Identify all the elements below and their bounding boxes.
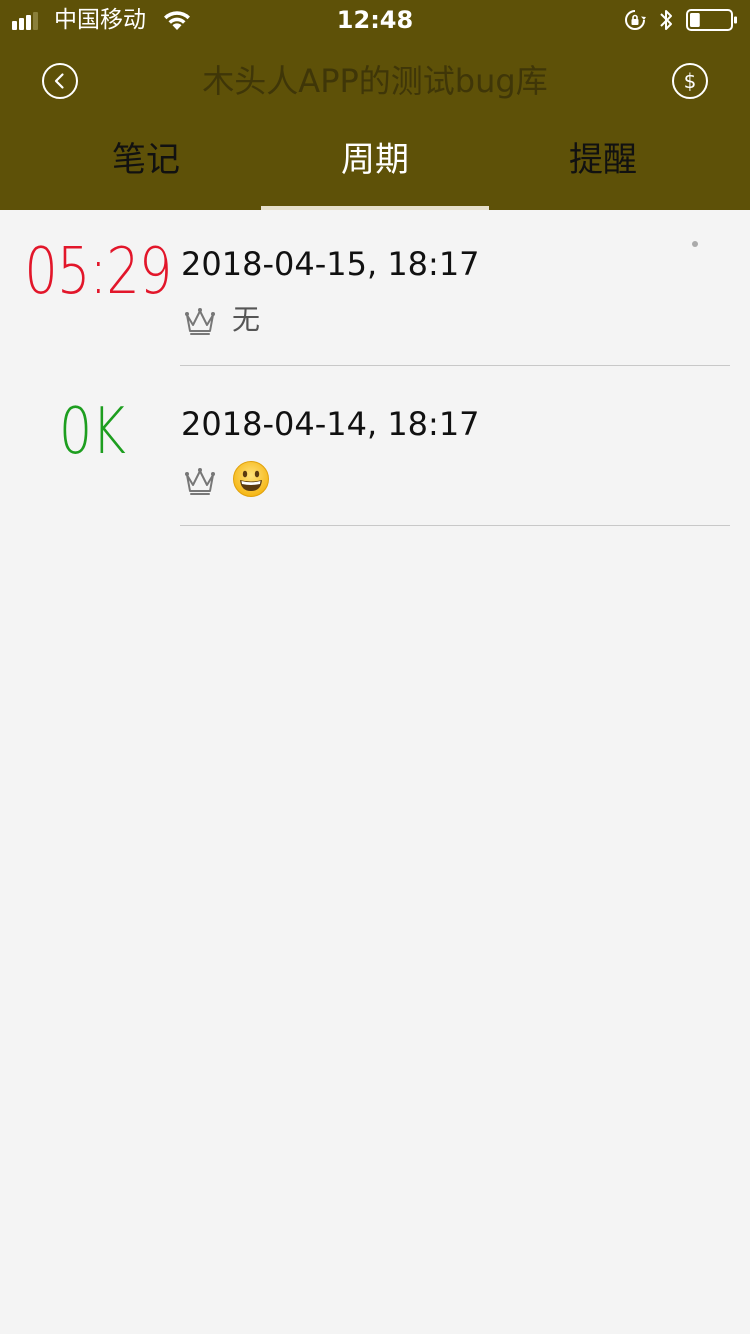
row-divider	[180, 365, 730, 366]
list-item[interactable]: 05:29 2018-04-15, 18:17 无	[0, 210, 750, 370]
item-date: 2018-04-15, 18:17	[181, 245, 480, 283]
row-divider	[180, 525, 730, 526]
tab-reminders[interactable]: 提醒	[489, 120, 717, 210]
chevron-left-icon	[54, 73, 64, 89]
dollar-icon[interactable]: $	[672, 63, 708, 99]
cycle-list: 05:29 2018-04-15, 18:17 无 0K 2018-04-14,…	[0, 210, 750, 530]
countdown-status: 05:29	[24, 235, 172, 309]
battery-icon	[686, 9, 737, 31]
ok-status: 0K	[58, 395, 126, 469]
back-button[interactable]	[42, 63, 78, 99]
tab-bar: 笔记 周期 提醒	[32, 120, 718, 210]
list-item[interactable]: 0K 2018-04-14, 18:17	[0, 370, 750, 530]
item-note: 无	[232, 303, 261, 336]
status-bar: 中国移动 12:48	[0, 0, 750, 40]
grinning-face-emoji-icon	[233, 461, 269, 497]
indicator-dot	[692, 241, 698, 247]
tab-notes[interactable]: 笔记	[32, 120, 260, 210]
item-date: 2018-04-14, 18:17	[181, 405, 480, 443]
header: 中国移动 12:48 木头人APP的测试bug库 $ 笔记 周期 提醒	[0, 0, 750, 210]
bluetooth-icon	[660, 10, 672, 30]
crown-icon	[185, 308, 215, 335]
tab-cycle[interactable]: 周期	[261, 120, 489, 210]
crown-icon	[185, 468, 215, 495]
page-title: 木头人APP的测试bug库	[202, 62, 548, 100]
rotation-lock-icon	[625, 10, 646, 30]
